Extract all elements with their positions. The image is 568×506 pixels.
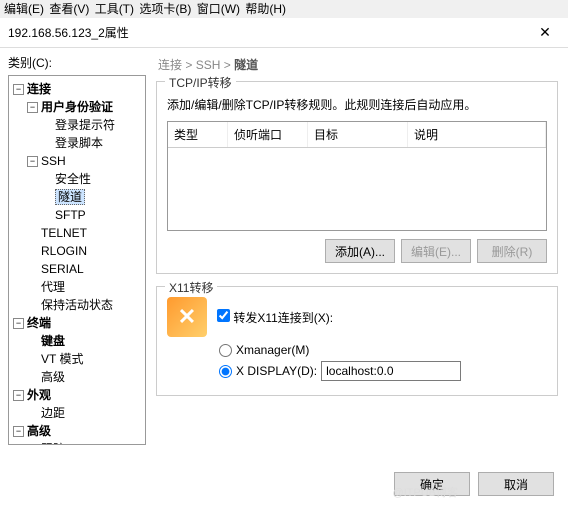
window-title: 192.168.56.123_2属性 bbox=[8, 24, 530, 41]
category-label: 类别(C): bbox=[8, 54, 146, 71]
tcp-table[interactable]: 类型 侦听端口 目标 说明 bbox=[167, 121, 547, 231]
ok-button[interactable]: 确定 bbox=[394, 472, 470, 496]
menu-tools[interactable]: 工具(T) bbox=[95, 2, 134, 16]
toggle-icon[interactable]: − bbox=[13, 318, 24, 329]
tree-login-script[interactable]: 登录脚本 bbox=[55, 136, 103, 150]
tree-sftp[interactable]: SFTP bbox=[55, 208, 86, 222]
xdisplay-input[interactable] bbox=[321, 361, 461, 381]
x11-forward-check[interactable]: 转发X11连接到(X): bbox=[217, 309, 333, 326]
delete-button[interactable]: 删除(R) bbox=[477, 239, 547, 263]
tree-proxy[interactable]: 代理 bbox=[41, 280, 65, 294]
x11-forward-checkbox[interactable] bbox=[217, 309, 230, 322]
toggle-icon[interactable]: − bbox=[13, 84, 24, 95]
tree-serial[interactable]: SERIAL bbox=[41, 262, 84, 276]
menubar: 编辑(E) 查看(V) 工具(T) 选项卡(B) 窗口(W) 帮助(H) bbox=[0, 0, 568, 18]
tcp-title: TCP/IP转移 bbox=[165, 74, 236, 91]
breadcrumb: 连接 > SSH > 隧道 bbox=[158, 56, 558, 73]
col-type: 类型 bbox=[168, 122, 228, 147]
close-icon[interactable]: ✕ bbox=[530, 24, 560, 41]
xdisplay-radio[interactable] bbox=[219, 365, 232, 378]
x11-icon: ✕ bbox=[167, 297, 207, 337]
tree-terminal[interactable]: 终端 bbox=[27, 316, 51, 330]
tree-keepalive[interactable]: 保持活动状态 bbox=[41, 298, 113, 312]
tree-ssh[interactable]: SSH bbox=[41, 154, 66, 168]
tree-tunnel[interactable]: 隧道 bbox=[55, 189, 85, 205]
col-target: 目标 bbox=[308, 122, 408, 147]
menu-tabs[interactable]: 选项卡(B) bbox=[139, 2, 191, 16]
tcp-desc: 添加/编辑/删除TCP/IP转移规则。此规则连接后自动应用。 bbox=[167, 96, 547, 113]
menu-help[interactable]: 帮助(H) bbox=[245, 2, 286, 16]
cancel-button[interactable]: 取消 bbox=[478, 472, 554, 496]
tree-auth[interactable]: 用户身份验证 bbox=[41, 100, 113, 114]
x11-title: X11转移 bbox=[165, 279, 217, 296]
tree-vt[interactable]: VT 模式 bbox=[41, 352, 83, 366]
menu-edit[interactable]: 编辑(E) bbox=[4, 2, 44, 16]
toggle-icon[interactable]: − bbox=[13, 426, 24, 437]
tree-telnet[interactable]: TELNET bbox=[41, 226, 87, 240]
toggle-icon[interactable]: − bbox=[27, 156, 38, 167]
tree-margin[interactable]: 边距 bbox=[41, 406, 65, 420]
xdisplay-radio-row[interactable]: X DISPLAY(D): bbox=[219, 361, 547, 381]
col-port: 侦听端口 bbox=[228, 122, 308, 147]
tree-security[interactable]: 安全性 bbox=[55, 172, 91, 186]
titlebar: 192.168.56.123_2属性 ✕ bbox=[0, 18, 568, 48]
x11-group: X11转移 ✕ 转发X11连接到(X): Xmanager(M) X DISPL… bbox=[156, 286, 558, 396]
tcp-group: TCP/IP转移 添加/编辑/删除TCP/IP转移规则。此规则连接后自动应用。 … bbox=[156, 81, 558, 274]
xmanager-radio-row[interactable]: Xmanager(M) bbox=[219, 343, 547, 357]
col-desc: 说明 bbox=[408, 122, 546, 147]
tree-trace[interactable]: 跟踪 bbox=[41, 442, 65, 445]
toggle-icon[interactable]: − bbox=[13, 390, 24, 401]
menu-window[interactable]: 窗口(W) bbox=[197, 2, 240, 16]
tree-adv1[interactable]: 高级 bbox=[41, 370, 65, 384]
tree-appearance[interactable]: 外观 bbox=[27, 388, 51, 402]
tree-advanced[interactable]: 高级 bbox=[27, 424, 51, 438]
menu-view[interactable]: 查看(V) bbox=[49, 2, 89, 16]
xmanager-radio[interactable] bbox=[219, 344, 232, 357]
toggle-icon[interactable]: − bbox=[27, 102, 38, 113]
category-tree[interactable]: −连接 −用户身份验证 登录提示符 登录脚本 −SSH 安全性 隧道 bbox=[8, 75, 146, 445]
edit-button[interactable]: 编辑(E)... bbox=[401, 239, 471, 263]
tree-rlogin[interactable]: RLOGIN bbox=[41, 244, 87, 258]
tree-keyboard[interactable]: 键盘 bbox=[41, 334, 65, 348]
tree-login-prompt[interactable]: 登录提示符 bbox=[55, 118, 115, 132]
tree-connection[interactable]: 连接 bbox=[27, 82, 51, 96]
add-button[interactable]: 添加(A)... bbox=[325, 239, 395, 263]
